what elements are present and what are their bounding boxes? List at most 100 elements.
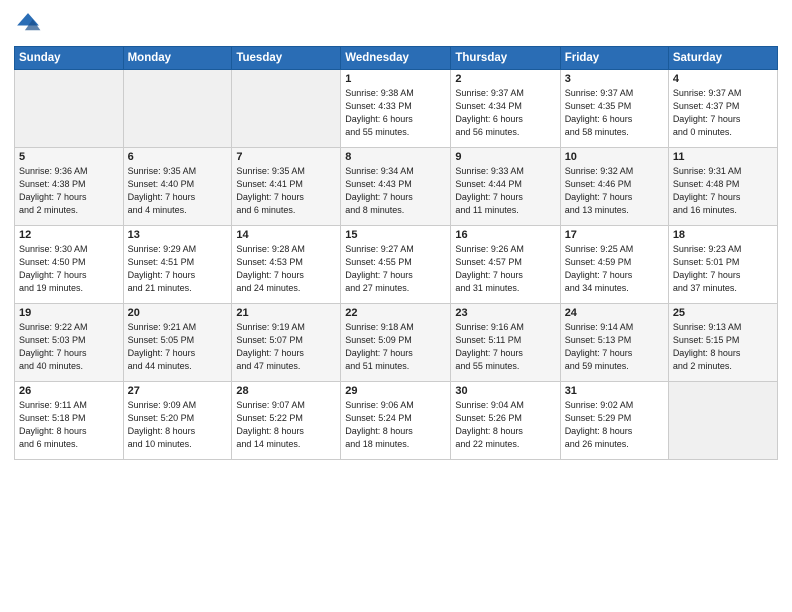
calendar-cell: 15Sunrise: 9:27 AM Sunset: 4:55 PM Dayli… xyxy=(341,226,451,304)
calendar-cell xyxy=(123,70,232,148)
day-info: Sunrise: 9:18 AM Sunset: 5:09 PM Dayligh… xyxy=(345,321,446,373)
day-info: Sunrise: 9:14 AM Sunset: 5:13 PM Dayligh… xyxy=(565,321,664,373)
calendar-cell: 5 Sunrise: 9:36 AM Sunset: 4:38 PM Daylig… xyxy=(15,148,124,226)
calendar-cell: 8 Sunrise: 9:34 AM Sunset: 4:43 PM Daylig… xyxy=(341,148,451,226)
day-number: 1 xyxy=(345,73,446,85)
day-info: Sunrise: 9:37 AM Sunset: 4:35 PM Dayligh… xyxy=(565,87,664,139)
day-number: 23 xyxy=(455,307,555,319)
day-number: 22 xyxy=(345,307,446,319)
day-info: Sunrise: 9:16 AM Sunset: 5:11 PM Dayligh… xyxy=(455,321,555,373)
calendar-cell: 4 Sunrise: 9:37 AM Sunset: 4:37 PM Daylig… xyxy=(668,70,777,148)
day-number: 13 xyxy=(128,229,228,241)
day-number: 4 xyxy=(673,73,773,85)
day-info: Sunrise: 9:19 AM Sunset: 5:07 PM Dayligh… xyxy=(236,321,336,373)
day-number: 12 xyxy=(19,229,119,241)
calendar-cell xyxy=(232,70,341,148)
logo xyxy=(14,10,46,38)
day-number: 27 xyxy=(128,385,228,397)
day-number: 10 xyxy=(565,151,664,163)
day-info: Sunrise: 9:35 AM Sunset: 4:40 PM Dayligh… xyxy=(128,165,228,217)
day-number: 8 xyxy=(345,151,446,163)
day-info: Sunrise: 9:32 AM Sunset: 4:46 PM Dayligh… xyxy=(565,165,664,217)
day-info: Sunrise: 9:21 AM Sunset: 5:05 PM Dayligh… xyxy=(128,321,228,373)
day-number: 31 xyxy=(565,385,664,397)
day-info: Sunrise: 9:36 AM Sunset: 4:38 PM Dayligh… xyxy=(19,165,119,217)
calendar-cell xyxy=(15,70,124,148)
day-info: Sunrise: 9:29 AM Sunset: 4:51 PM Dayligh… xyxy=(128,243,228,295)
day-info: Sunrise: 9:30 AM Sunset: 4:50 PM Dayligh… xyxy=(19,243,119,295)
day-number: 14 xyxy=(236,229,336,241)
day-number: 3 xyxy=(565,73,664,85)
calendar-table: SundayMondayTuesdayWednesdayThursdayFrid… xyxy=(14,46,778,460)
day-number: 16 xyxy=(455,229,555,241)
day-number: 29 xyxy=(345,385,446,397)
calendar-cell: 26 Sunrise: 9:11 AM Sunset: 5:18 PM Dayli… xyxy=(15,382,124,460)
day-number: 28 xyxy=(236,385,336,397)
day-number: 9 xyxy=(455,151,555,163)
day-info: Sunrise: 9:34 AM Sunset: 4:43 PM Dayligh… xyxy=(345,165,446,217)
weekday-header-row: SundayMondayTuesdayWednesdayThursdayFrid… xyxy=(15,47,778,70)
day-number: 26 xyxy=(19,385,119,397)
calendar-cell: 31 Sunrise: 9:02 AM Sunset: 5:29 PM Dayli… xyxy=(560,382,668,460)
page: SundayMondayTuesdayWednesdayThursdayFrid… xyxy=(0,0,792,612)
header xyxy=(14,10,778,38)
calendar-cell: 22 Sunrise: 9:18 AM Sunset: 5:09 PM Dayli… xyxy=(341,304,451,382)
day-info: Sunrise: 9:25 AM Sunset: 4:59 PM Dayligh… xyxy=(565,243,664,295)
weekday-header-wednesday: Wednesday xyxy=(341,47,451,70)
calendar-cell: 21 Sunrise: 9:19 AM Sunset: 5:07 PM Dayli… xyxy=(232,304,341,382)
day-number: 25 xyxy=(673,307,773,319)
day-number: 17 xyxy=(565,229,664,241)
day-info: Sunrise: 9:04 AM Sunset: 5:26 PM Dayligh… xyxy=(455,399,555,451)
day-info: Sunrise: 9:22 AM Sunset: 5:03 PM Dayligh… xyxy=(19,321,119,373)
day-info: Sunrise: 9:23 AM Sunset: 5:01 PM Dayligh… xyxy=(673,243,773,295)
day-info: Sunrise: 9:28 AM Sunset: 4:53 PM Dayligh… xyxy=(236,243,336,295)
calendar-cell: 17 Sunrise: 9:25 AM Sunset: 4:59 PM Dayli… xyxy=(560,226,668,304)
weekday-header-sunday: Sunday xyxy=(15,47,124,70)
calendar-cell: 30 Sunrise: 9:04 AM Sunset: 5:26 PM Dayli… xyxy=(451,382,560,460)
day-number: 24 xyxy=(565,307,664,319)
day-number: 5 xyxy=(19,151,119,163)
week-row-4: 19 Sunrise: 9:22 AM Sunset: 5:03 PM Dayli… xyxy=(15,304,778,382)
week-row-3: 12 Sunrise: 9:30 AM Sunset: 4:50 PM Dayli… xyxy=(15,226,778,304)
calendar-cell: 13 Sunrise: 9:29 AM Sunset: 4:51 PM Dayli… xyxy=(123,226,232,304)
weekday-header-friday: Friday xyxy=(560,47,668,70)
calendar-cell xyxy=(668,382,777,460)
day-number: 11 xyxy=(673,151,773,163)
calendar-cell: 29 Sunrise: 9:06 AM Sunset: 5:24 PM Dayli… xyxy=(341,382,451,460)
calendar-cell: 2 Sunrise: 9:37 AM Sunset: 4:34 PM Daylig… xyxy=(451,70,560,148)
day-info: Sunrise: 9:13 AM Sunset: 5:15 PM Dayligh… xyxy=(673,321,773,373)
day-info: Sunrise: 9:33 AM Sunset: 4:44 PM Dayligh… xyxy=(455,165,555,217)
calendar-cell: 7Sunrise: 9:35 AM Sunset: 4:41 PM Daylig… xyxy=(232,148,341,226)
day-number: 2 xyxy=(455,73,555,85)
day-info: Sunrise: 9:07 AM Sunset: 5:22 PM Dayligh… xyxy=(236,399,336,451)
calendar-cell: 27 Sunrise: 9:09 AM Sunset: 5:20 PM Dayli… xyxy=(123,382,232,460)
day-info: Sunrise: 9:37 AM Sunset: 4:37 PM Dayligh… xyxy=(673,87,773,139)
week-row-5: 26 Sunrise: 9:11 AM Sunset: 5:18 PM Dayli… xyxy=(15,382,778,460)
day-info: Sunrise: 9:02 AM Sunset: 5:29 PM Dayligh… xyxy=(565,399,664,451)
day-info: Sunrise: 9:26 AM Sunset: 4:57 PM Dayligh… xyxy=(455,243,555,295)
calendar-cell: 9 Sunrise: 9:33 AM Sunset: 4:44 PM Daylig… xyxy=(451,148,560,226)
day-info: Sunrise: 9:11 AM Sunset: 5:18 PM Dayligh… xyxy=(19,399,119,451)
calendar-cell: 3 Sunrise: 9:37 AM Sunset: 4:35 PM Daylig… xyxy=(560,70,668,148)
day-info: Sunrise: 9:06 AM Sunset: 5:24 PM Dayligh… xyxy=(345,399,446,451)
calendar-cell: 23 Sunrise: 9:16 AM Sunset: 5:11 PM Dayli… xyxy=(451,304,560,382)
calendar-cell: 14 Sunrise: 9:28 AM Sunset: 4:53 PM Dayli… xyxy=(232,226,341,304)
weekday-header-monday: Monday xyxy=(123,47,232,70)
calendar-cell: 24 Sunrise: 9:14 AM Sunset: 5:13 PM Dayli… xyxy=(560,304,668,382)
weekday-header-tuesday: Tuesday xyxy=(232,47,341,70)
calendar-cell: 12 Sunrise: 9:30 AM Sunset: 4:50 PM Dayli… xyxy=(15,226,124,304)
day-number: 19 xyxy=(19,307,119,319)
day-info: Sunrise: 9:31 AM Sunset: 4:48 PM Dayligh… xyxy=(673,165,773,217)
calendar-cell: 20 Sunrise: 9:21 AM Sunset: 5:05 PM Dayli… xyxy=(123,304,232,382)
calendar-cell: 6Sunrise: 9:35 AM Sunset: 4:40 PM Daylig… xyxy=(123,148,232,226)
day-number: 20 xyxy=(128,307,228,319)
day-info: Sunrise: 9:37 AM Sunset: 4:34 PM Dayligh… xyxy=(455,87,555,139)
day-number: 21 xyxy=(236,307,336,319)
day-info: Sunrise: 9:27 AM Sunset: 4:55 PM Dayligh… xyxy=(345,243,446,295)
day-info: Sunrise: 9:09 AM Sunset: 5:20 PM Dayligh… xyxy=(128,399,228,451)
day-number: 18 xyxy=(673,229,773,241)
day-number: 30 xyxy=(455,385,555,397)
calendar-cell: 25 Sunrise: 9:13 AM Sunset: 5:15 PM Dayli… xyxy=(668,304,777,382)
calendar-cell: 1 Sunrise: 9:38 AM Sunset: 4:33 PM Daylig… xyxy=(341,70,451,148)
day-info: Sunrise: 9:38 AM Sunset: 4:33 PM Dayligh… xyxy=(345,87,446,139)
